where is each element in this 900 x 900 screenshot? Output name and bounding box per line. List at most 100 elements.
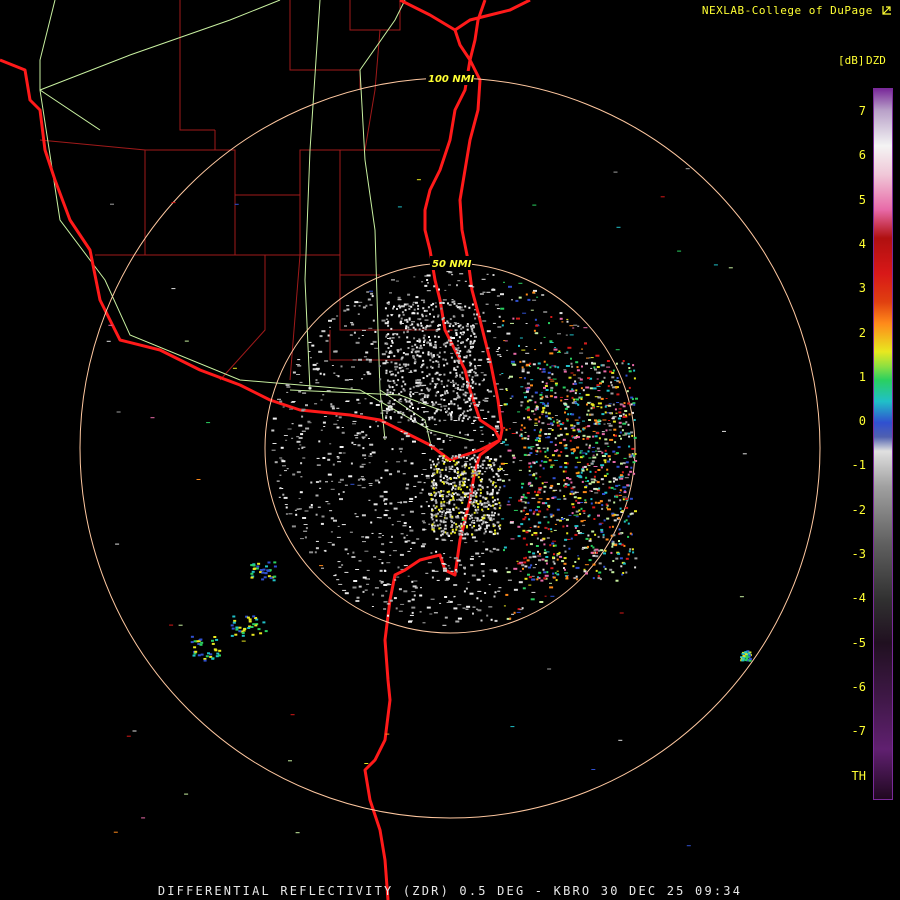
echo-pixel [630,403,633,406]
echo-pixel [426,279,429,281]
echo-pixel [592,430,596,432]
echo-pixel [387,402,391,405]
echo-pixel [494,532,497,535]
echo-pixel [435,360,438,363]
echo-pixel [426,375,429,378]
echo-pixel [406,400,409,403]
echo-pixel [444,579,449,581]
echo-pixel [512,422,517,423]
echo-pixel [495,383,499,385]
echo-pixel [435,410,438,413]
echo-pixel [474,529,477,532]
echo-pixel [351,556,356,558]
echo-pixel [385,369,388,372]
echo-pixel [464,494,467,497]
echo-pixel [438,328,441,331]
echo-pixel [615,452,619,455]
echo-pixel [282,465,286,467]
echo-pixel [443,373,446,376]
echo-pixel [358,560,362,562]
echo-pixel [434,344,437,347]
echo-pixel [326,390,331,392]
echo-pixel [402,352,405,354]
echo-pixel [435,492,438,495]
echo-pixel [480,430,483,432]
echo-pixel [543,490,546,493]
echo-pixel [461,491,464,494]
echo-pixel [517,411,521,413]
echo-pixel [612,420,616,423]
echo-pixel [421,513,426,515]
echo-pixel [485,467,488,470]
echo-pixel [516,560,519,562]
echo-pixel [272,443,277,444]
echo-pixel [344,571,349,573]
echo-pixel [444,345,447,348]
echo-pixel [413,276,416,278]
echo-pixel [437,316,439,318]
echo-pixel [447,565,450,567]
echo-pixel [414,343,417,346]
echo-pixel [519,377,523,379]
echo-pixel [573,425,576,427]
echo-pixel [448,600,450,603]
echo-pixel [394,374,397,377]
echo-pixel [396,333,399,336]
echo-pixel [535,437,538,440]
echo-pixel [539,393,543,396]
echo-pixel [490,465,493,468]
echo-pixel [397,501,401,503]
echo-pixel [433,494,436,497]
echo-pixel [525,531,529,534]
legend-tick-label: -7 [851,724,866,739]
echo-pixel [525,496,528,499]
range-ring-label-50: 50 NMI [432,259,472,270]
echo-pixel [398,588,402,591]
echo-pixel [560,518,564,520]
echo-pixel [300,462,303,465]
echo-pixel [418,347,423,350]
echo-pixel [368,499,371,501]
echo-pixel [442,498,444,500]
echo-pixel [432,463,435,466]
echo-pixel [470,402,473,405]
echo-pixel [463,477,466,480]
echo-pixel [448,304,452,306]
echo-pixel [464,391,467,394]
echo-pixel [630,466,633,469]
echo-pixel [458,524,461,527]
echo-pixel [515,299,519,302]
echo-pixel [403,536,406,539]
echo-pixel [513,509,518,511]
echo-pixel [612,416,617,418]
echo-pixel [574,466,578,469]
echo-pixel [310,504,313,506]
echo-pixel [449,556,452,558]
echo-pixel [431,404,434,407]
echo-pixel [440,455,444,457]
echo-pixel [421,418,424,421]
echo-pixel [477,609,482,612]
echo-pixel [579,513,582,515]
echo-pixel [250,572,254,575]
echo-pixel [399,553,404,556]
echo-pixel [574,419,579,421]
echo-pixel [461,498,464,501]
echo-pixel [440,307,443,310]
echo-pixel [616,226,621,228]
echo-pixel [206,422,211,424]
echo-pixel [364,458,367,459]
echo-pixel [607,455,611,458]
echo-pixel [425,501,428,503]
echo-pixel [476,374,479,377]
echo-pixel [433,468,436,471]
echo-pixel [475,499,478,502]
echo-pixel [493,570,498,573]
echo-pixel [405,368,409,370]
echo-pixel [453,481,456,484]
echo-pixel [412,311,415,314]
echo-pixel [437,314,440,317]
echo-pixel [353,444,357,446]
echo-pixel [567,346,572,349]
echo-pixel [319,480,322,483]
